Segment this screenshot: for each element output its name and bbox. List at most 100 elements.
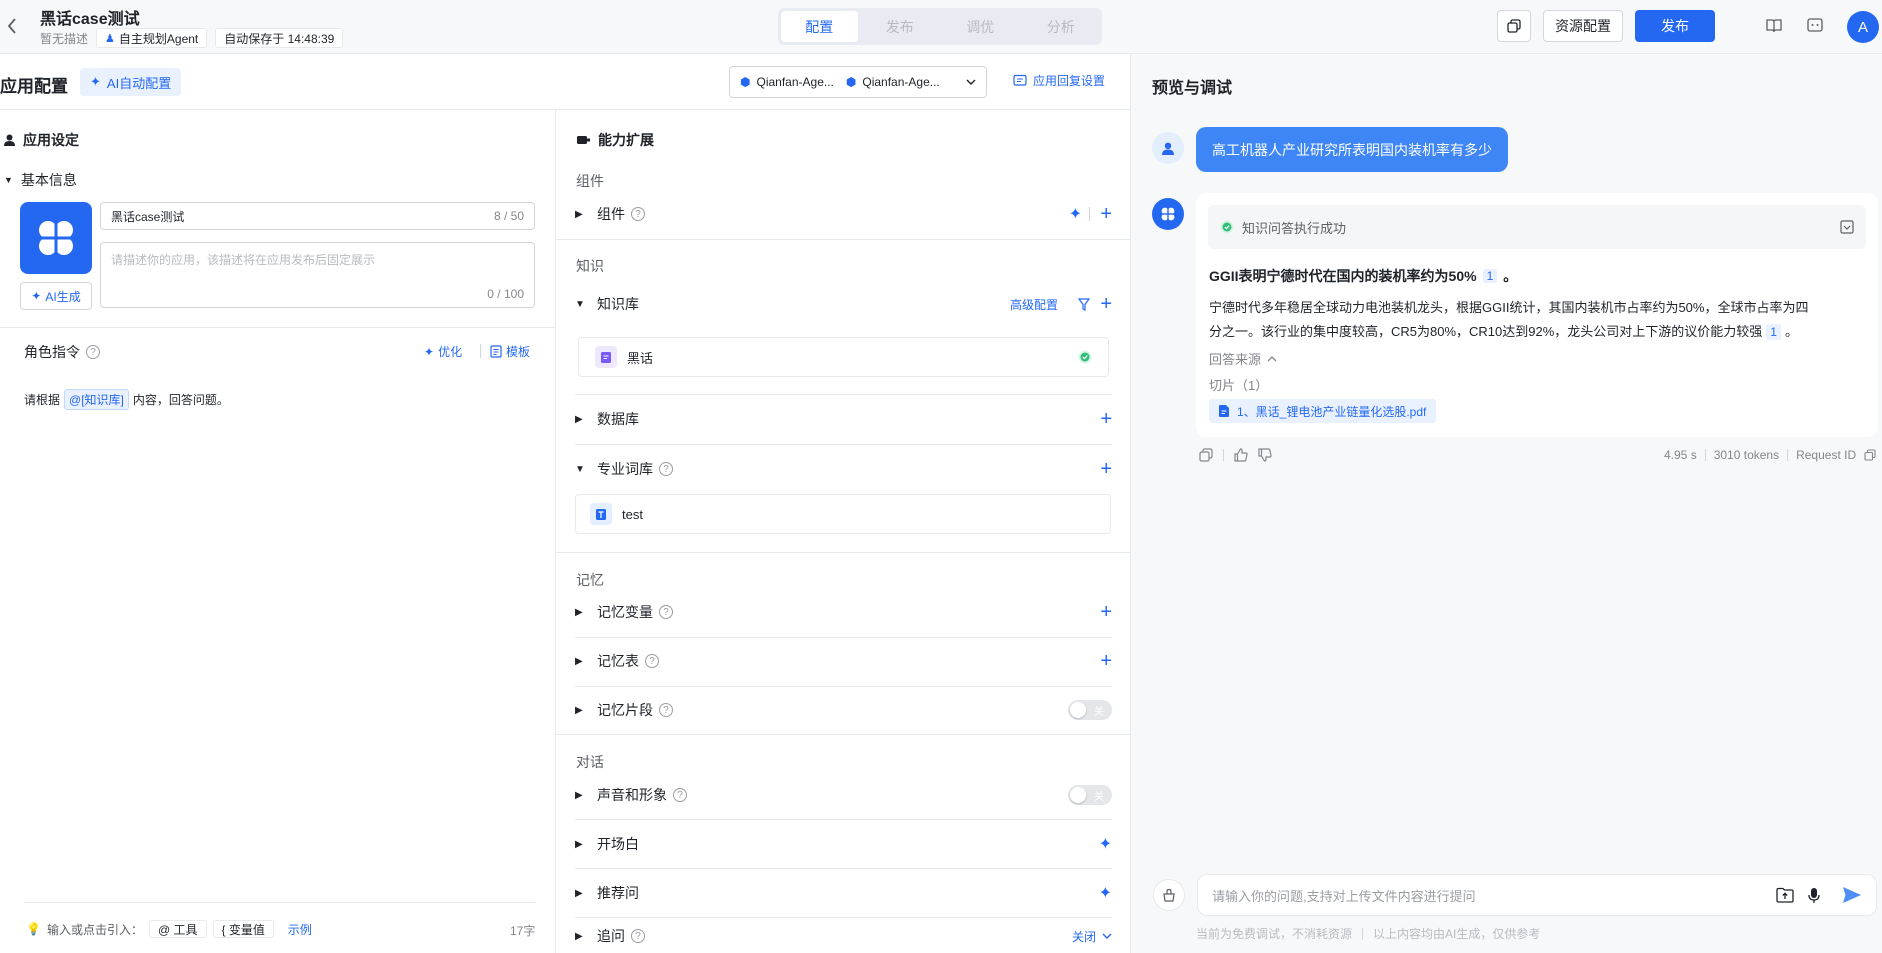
follow-up-status[interactable]: 关闭 — [1072, 928, 1112, 945]
suggested-questions-row[interactable]: ▶ 推荐问 ✦ — [575, 869, 1112, 917]
docs-icon[interactable] — [1765, 17, 1783, 35]
glossary-icon — [590, 503, 612, 525]
upload-icon[interactable] — [1776, 887, 1794, 903]
glossary-row[interactable]: ▼ 专业词库 ? + — [575, 445, 1112, 493]
knowledge-base-label: 知识库 — [597, 296, 639, 312]
app-description-input[interactable]: 请描述你的应用，该描述将在应用发布后固定展示 0 / 100 — [100, 242, 535, 308]
model-selector[interactable]: ⬢ Qianfan-Age... ⬢ Qianfan-Age... — [729, 66, 987, 98]
help-icon[interactable]: ? — [659, 462, 673, 476]
memory-fragment-row[interactable]: ▶ 记忆片段 ? 关 — [575, 686, 1112, 734]
tab-analyze[interactable]: 分析 — [1023, 11, 1100, 42]
copy-icon[interactable] — [1199, 448, 1213, 462]
message-icon — [1013, 74, 1027, 88]
tool-chip[interactable]: @ 工具 — [148, 920, 207, 938]
insert-hint: 输入或点击引入： — [46, 922, 143, 937]
check-circle-icon — [1220, 220, 1234, 234]
add-glossary-icon[interactable]: + — [1100, 459, 1112, 479]
thumbs-down-icon[interactable] — [1258, 448, 1272, 462]
tab-publish[interactable]: 发布 — [862, 11, 939, 42]
follow-up-row[interactable]: ▶ 追问 ? 关闭 — [575, 918, 1112, 953]
user-icon — [4, 134, 15, 146]
sparkle-icon[interactable]: ✦ — [1099, 834, 1112, 854]
citation-marker[interactable]: 1 — [1766, 324, 1781, 340]
group-label-dialog: 对话 — [576, 754, 604, 770]
back-icon[interactable] — [6, 16, 18, 36]
optimize-button[interactable]: ✦ 优化 — [424, 343, 462, 360]
resource-config-button[interactable]: 资源配置 — [1543, 10, 1623, 42]
copy-icon[interactable] — [1864, 449, 1876, 461]
ai-generate-button[interactable]: ✦ AI生成 — [20, 282, 92, 310]
chat-input[interactable]: 请输入你的问题,支持对上传文件内容进行提问 — [1197, 874, 1877, 916]
glossary-item-name: test — [622, 506, 643, 522]
knowledge-item-card[interactable]: 黑话 — [578, 337, 1109, 377]
reply-settings-button[interactable]: 应用回复设置 — [1013, 72, 1105, 89]
caret-right-icon: ▶ — [575, 606, 583, 618]
tab-config[interactable]: 配置 — [781, 11, 858, 42]
tab-tune[interactable]: 调优 — [942, 11, 1019, 42]
voice-avatar-toggle[interactable]: 关 — [1068, 785, 1112, 805]
template-button[interactable]: 模板 — [490, 343, 530, 360]
help-icon[interactable]: ? — [659, 605, 673, 619]
sparkle-icon[interactable]: ✦ — [1099, 883, 1112, 903]
add-knowledge-icon[interactable]: + — [1100, 294, 1112, 314]
microphone-icon[interactable] — [1808, 887, 1820, 904]
example-link[interactable]: 示例 — [288, 921, 312, 938]
citation-marker[interactable]: 1 — [1482, 269, 1498, 283]
help-icon[interactable]: ? — [631, 929, 645, 943]
variable-chip[interactable]: { 变量值 — [212, 920, 274, 938]
advanced-config-link[interactable]: 高级配置 — [1010, 296, 1058, 313]
add-database-icon[interactable]: + — [1100, 409, 1112, 429]
feedback-icon[interactable] — [1806, 17, 1824, 35]
role-instruction-editor[interactable]: 请根据 @[知识库] 内容，回答问题。 — [24, 389, 229, 410]
app-description-count: 0 / 100 — [487, 287, 524, 301]
memory-table-row[interactable]: ▶ 记忆表 ? + — [575, 637, 1112, 685]
ai-auto-config-button[interactable]: ✦ AI自动配置 — [80, 68, 182, 96]
thumbs-up-icon[interactable] — [1234, 448, 1248, 462]
database-row[interactable]: ▶ 数据库 + — [575, 395, 1112, 443]
bot-avatar-icon — [1152, 198, 1184, 230]
knowledge-base-reference-tag[interactable]: @[知识库] — [64, 389, 129, 410]
chat-input-placeholder: 请输入你的问题,支持对上传文件内容进行提问 — [1212, 888, 1476, 904]
sparkle-icon: ✦ — [31, 289, 42, 303]
knowledge-item-name: 黑话 — [627, 350, 654, 366]
basic-info-toggle[interactable]: ▼ 基本信息 — [4, 170, 77, 190]
filter-icon[interactable] — [1078, 297, 1090, 311]
memory-variable-row[interactable]: ▶ 记忆变量 ? + — [575, 588, 1112, 636]
chevron-down-icon — [966, 79, 976, 85]
memory-fragment-toggle[interactable]: 关 — [1068, 700, 1112, 720]
send-icon[interactable] — [1842, 886, 1862, 904]
disclaimer-free: 当前为免费调试，不消耗资源 — [1196, 927, 1353, 941]
toggle-off-label: 关 — [1094, 707, 1104, 718]
components-row[interactable]: ▶ 组件 ? ✦ + — [575, 190, 1112, 238]
voice-avatar-row[interactable]: ▶ 声音和形象 ? 关 — [575, 771, 1112, 819]
help-icon[interactable]: ? — [659, 703, 673, 717]
copy-button[interactable] — [1497, 10, 1531, 42]
ai-auto-config-label: AI自动配置 — [106, 75, 172, 91]
app-settings-title: 应用设定 — [23, 132, 79, 148]
optimize-label: 优化 — [438, 345, 463, 359]
answer-actions — [1199, 448, 1272, 462]
app-icon[interactable] — [20, 202, 92, 274]
knowledge-base-row[interactable]: ▼ 知识库 高级配置 + — [575, 280, 1112, 328]
sparkle-icon[interactable]: ✦ — [1069, 204, 1082, 224]
user-avatar[interactable]: A — [1847, 11, 1879, 43]
answer-source-toggle[interactable]: 回答来源 — [1209, 349, 1277, 368]
answer-source-label: 回答来源 — [1209, 352, 1262, 367]
source-file-chip[interactable]: 1、黑话_锂电池产业链量化选股.pdf — [1209, 399, 1437, 423]
add-memory-table-icon[interactable]: + — [1100, 651, 1112, 671]
collapse-icon[interactable] — [1840, 220, 1854, 234]
clear-chat-button[interactable] — [1153, 879, 1185, 911]
help-icon[interactable]: ? — [86, 345, 100, 359]
opening-row[interactable]: ▶ 开场白 ✦ — [575, 820, 1112, 868]
help-icon[interactable]: ? — [645, 654, 659, 668]
add-memory-variable-icon[interactable]: + — [1100, 602, 1112, 622]
glossary-item-card[interactable]: test — [575, 494, 1111, 534]
execution-status-bar[interactable]: 知识问答执行成功 — [1208, 205, 1866, 249]
chevron-down-icon — [1102, 933, 1112, 939]
help-icon[interactable]: ? — [673, 788, 687, 802]
publish-button[interactable]: 发布 — [1635, 10, 1715, 42]
template-label: 模板 — [506, 345, 531, 359]
help-icon[interactable]: ? — [631, 207, 645, 221]
app-name-input[interactable]: 黑话case测试 8 / 50 — [100, 202, 535, 230]
add-component-icon[interactable]: + — [1100, 204, 1112, 224]
